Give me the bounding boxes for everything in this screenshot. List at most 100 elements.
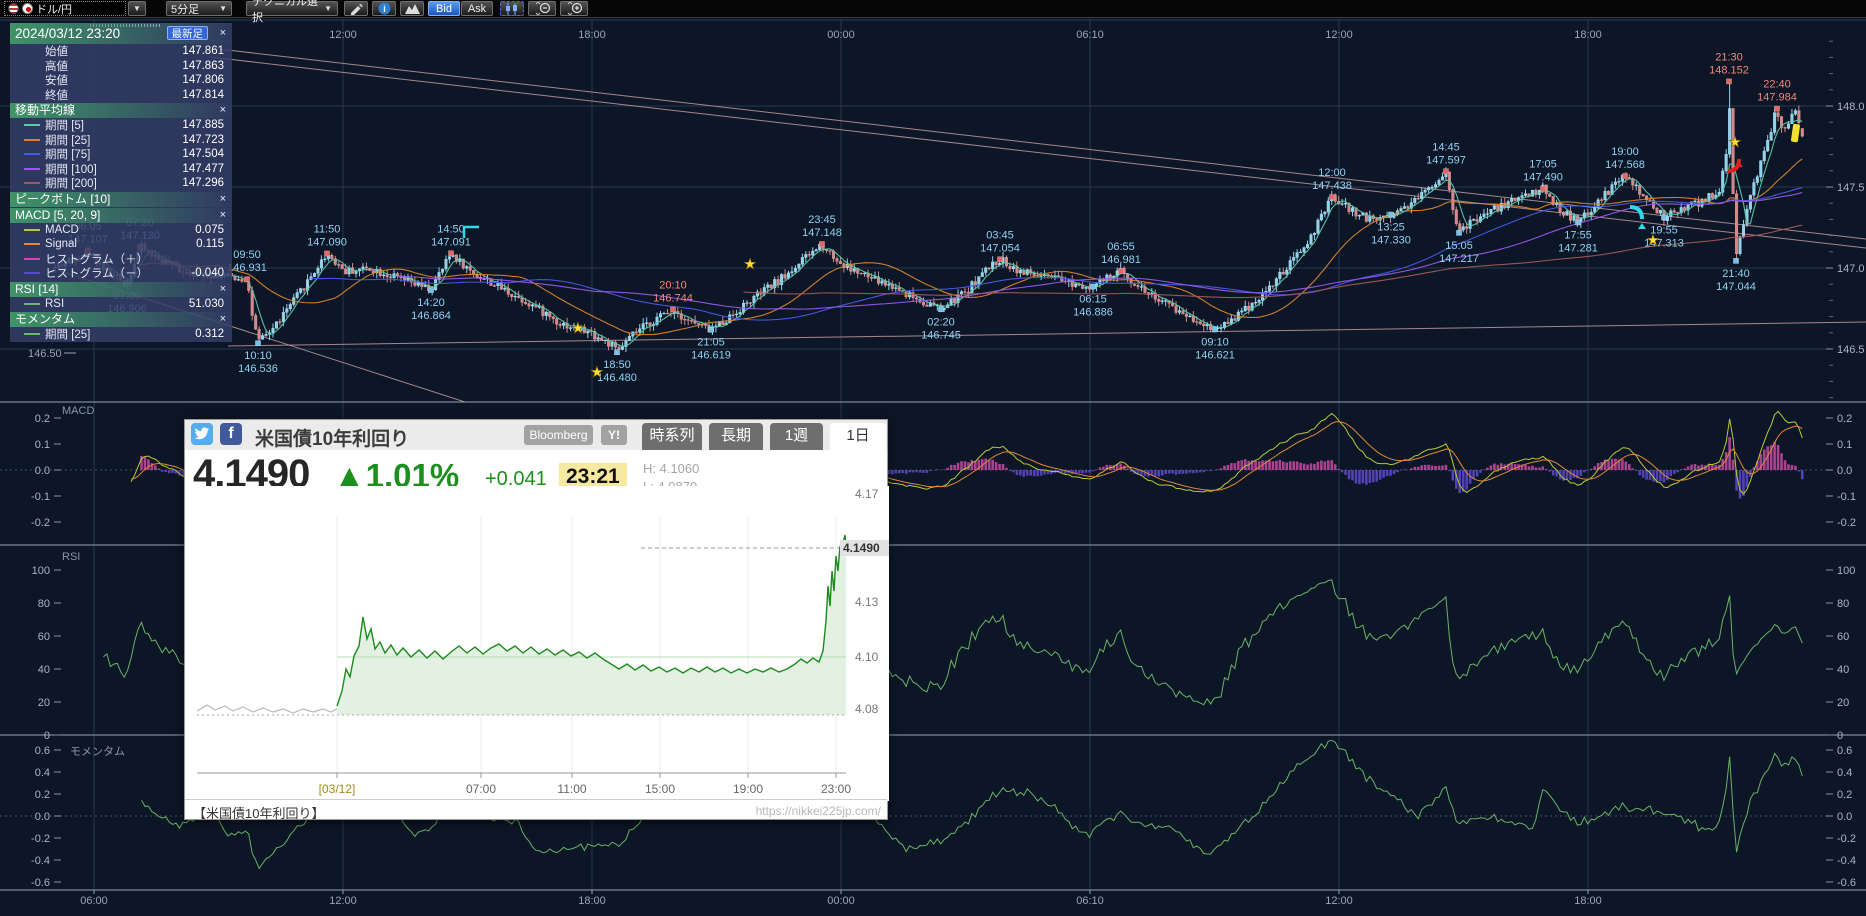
bid-button[interactable]: Bid	[428, 1, 460, 16]
svg-text:146.981: 146.981	[1101, 254, 1141, 266]
candle-datetime: 2024/03/12 23:20	[15, 26, 120, 41]
bloomberg-button[interactable]: Bloomberg	[524, 425, 593, 445]
close-icon[interactable]: ×	[220, 208, 226, 223]
popup-header: f 米国債10年利回り Bloomberg Y! 時系列 長期 1週 1日	[185, 420, 887, 450]
indicator-row: ヒストグラム（＋）	[10, 252, 232, 267]
svg-text:06:10: 06:10	[1076, 29, 1104, 41]
svg-text:80: 80	[1837, 598, 1849, 610]
svg-text:0: 0	[44, 730, 50, 742]
draw-button[interactable]	[344, 1, 368, 16]
svg-text:146.5: 146.5	[1837, 344, 1865, 356]
star-icon: ★	[571, 320, 584, 337]
tab-1day[interactable]: 1日	[830, 423, 886, 450]
svg-text:14:50: 14:50	[437, 223, 465, 235]
zoom-in-button[interactable]	[560, 1, 588, 16]
info-button[interactable]: i	[372, 1, 396, 16]
swing-low-marker	[1734, 258, 1739, 263]
indicator-row: 期間 [75]147.504	[10, 147, 232, 162]
svg-text:147.5: 147.5	[1837, 182, 1865, 194]
row-value: 147.504	[182, 148, 224, 160]
indicator-info-panel[interactable]: 2024/03/12 23:20 最新足 × 始値147.861高値147.86…	[10, 23, 232, 342]
row-label: ヒストグラム（－）	[45, 265, 191, 281]
row-value: 147.296	[182, 177, 224, 189]
area-chart-button[interactable]	[400, 1, 424, 16]
twitter-icon[interactable]	[191, 423, 213, 445]
svg-text:146.744: 146.744	[653, 292, 693, 304]
svg-text:00:00: 00:00	[827, 895, 855, 907]
pair-dropdown-button[interactable]: ▼	[128, 1, 146, 16]
swing-low-marker	[1457, 230, 1462, 235]
row-value: 0.312	[195, 328, 224, 340]
pair-select[interactable]: ドル/円	[4, 1, 126, 16]
svg-text:4.17: 4.17	[855, 487, 879, 501]
swing-high-marker	[1119, 269, 1124, 274]
row-value: 147.861	[182, 45, 224, 57]
ask-button[interactable]: Ask	[461, 1, 493, 16]
svg-text:147.568: 147.568	[1605, 159, 1645, 171]
series-color-swatch	[24, 153, 40, 155]
indicator-row: 期間 [25]147.723	[10, 133, 232, 148]
svg-text:-0.4: -0.4	[1837, 855, 1856, 867]
swing-high-marker	[1330, 195, 1335, 200]
close-icon[interactable]: ×	[220, 103, 226, 118]
yahoo-button[interactable]: Y!	[601, 425, 627, 445]
chevron-down-icon: ▼	[133, 4, 141, 13]
technical-select[interactable]: テクニカル選択 ▼	[246, 1, 338, 16]
svg-text:146.931: 146.931	[227, 262, 267, 274]
pair-label: ドル/円	[36, 1, 72, 17]
star-icon: ★	[1728, 134, 1741, 151]
close-icon[interactable]: ×	[220, 192, 226, 207]
treasury-yield-popup[interactable]: f 米国債10年利回り Bloomberg Y! 時系列 長期 1週 1日 4.…	[184, 419, 888, 820]
indicator-sections: 移動平均線×期間 [5]147.885期間 [25]147.723期間 [75]…	[10, 103, 232, 342]
svg-text:21:30: 21:30	[1715, 51, 1743, 63]
svg-text:4.10: 4.10	[855, 650, 879, 664]
zoom-in-icon	[565, 2, 583, 15]
jp-flag-icon	[22, 3, 33, 14]
tab-jikeiretsu[interactable]: 時系列	[642, 423, 702, 450]
svg-text:18:00: 18:00	[1574, 29, 1602, 41]
svg-text:60: 60	[1837, 631, 1849, 643]
svg-text:-0.2: -0.2	[31, 517, 50, 529]
row-label: 期間 [25]	[45, 326, 195, 342]
tab-1week[interactable]: 1週	[770, 423, 823, 450]
zoom-out-button[interactable]	[528, 1, 556, 16]
toolbar: ドル/円 ▼ 5分足 ▼ テクニカル選択 ▼ i B	[0, 0, 1866, 18]
series-color-swatch	[24, 303, 40, 305]
svg-text:-0.2: -0.2	[1837, 833, 1856, 845]
svg-text:146.745: 146.745	[921, 329, 961, 341]
swing-high-marker	[998, 257, 1003, 262]
row-label: MACD	[45, 224, 195, 236]
close-icon[interactable]: ×	[220, 282, 226, 297]
indicator-row: 始値147.861	[10, 44, 232, 59]
svg-text:-0.6: -0.6	[1837, 877, 1856, 889]
yield-chart-svg: [03/12]07:0011:0015:0019:0023:004.174.13…	[185, 486, 889, 801]
tab-long-term[interactable]: 長期	[709, 423, 763, 450]
swing-high-marker	[1775, 106, 1780, 111]
series-color-swatch	[24, 272, 40, 274]
svg-text:17:55: 17:55	[1564, 229, 1592, 241]
svg-text:147.148: 147.148	[802, 227, 842, 239]
timeframe-select[interactable]: 5分足 ▼	[166, 1, 232, 16]
svg-text:18:00: 18:00	[1574, 895, 1602, 907]
svg-text:[03/12]: [03/12]	[319, 782, 356, 796]
indicator-row: 期間 [200]147.296	[10, 176, 232, 191]
series-color-swatch	[24, 124, 40, 126]
swing-low-marker	[939, 307, 944, 312]
chart-type-button[interactable]	[500, 1, 524, 16]
swing-low-marker	[429, 288, 434, 293]
swing-high-marker	[449, 251, 454, 256]
close-icon[interactable]: ×	[220, 23, 226, 44]
svg-text:21:40: 21:40	[1722, 268, 1750, 280]
svg-text:60: 60	[38, 631, 50, 643]
svg-text:MACD: MACD	[62, 405, 94, 417]
svg-text:0.0: 0.0	[1837, 811, 1852, 823]
svg-text:06:15: 06:15	[1079, 293, 1107, 305]
bid-label: Bid	[436, 3, 452, 15]
facebook-icon[interactable]: f	[220, 423, 242, 445]
close-icon[interactable]: ×	[220, 312, 226, 327]
svg-text:-0.1: -0.1	[31, 491, 50, 503]
svg-text:40: 40	[38, 664, 50, 676]
info-icon: i	[378, 2, 391, 15]
pencil-icon	[349, 3, 363, 15]
ohlc-rows: 始値147.861高値147.863安値147.806終値147.814	[10, 44, 232, 102]
